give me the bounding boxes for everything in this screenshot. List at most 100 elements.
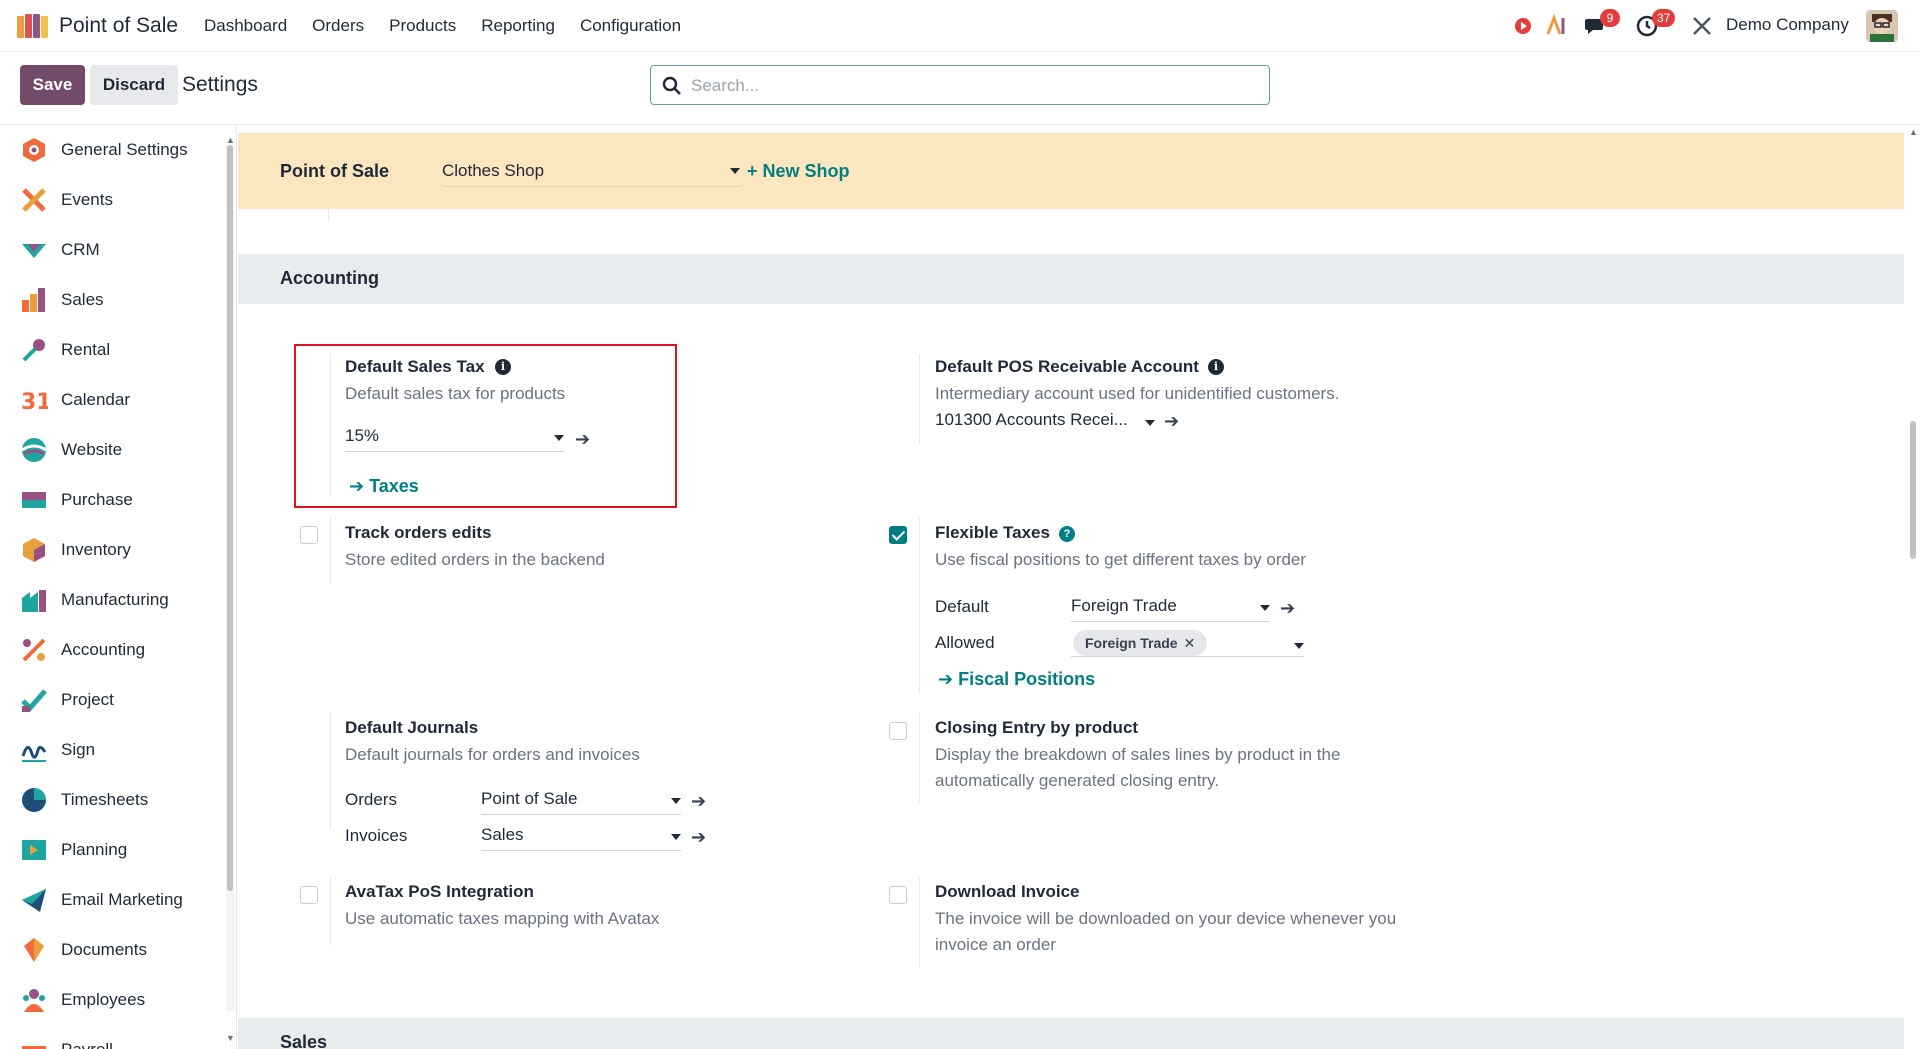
invoices-journal-label: Invoices (345, 826, 408, 845)
record-icon[interactable] (1511, 14, 1535, 38)
sidebar-item-website[interactable]: Website (0, 425, 225, 475)
sidebar-item-payroll[interactable]: Payroll (0, 1025, 225, 1049)
menu-configuration[interactable]: Configuration (580, 16, 681, 36)
sidebar-item-project[interactable]: Project (0, 675, 225, 725)
download-invoice-checkbox[interactable] (889, 886, 907, 904)
sidebar-item-events[interactable]: Events (0, 175, 225, 225)
help-icon[interactable]: ? (1059, 526, 1075, 542)
accounting-section-header: Accounting (238, 254, 1904, 304)
avatax-title: AvaTax PoS Integration (345, 882, 534, 901)
shop-select[interactable]: Clothes Shop (442, 155, 742, 187)
discard-button[interactable]: Discard (90, 65, 178, 105)
flexible-taxes-desc: Use fiscal positions to get different ta… (935, 550, 1307, 569)
calendar-icon: 31 (21, 390, 48, 414)
sidebar-item-crm[interactable]: CRM (0, 225, 225, 275)
setting-divider (330, 517, 331, 583)
sidebar-item-timesheets[interactable]: Timesheets (0, 775, 225, 825)
orders-journal-select[interactable]: Point of Sale (481, 785, 681, 815)
receivable-account-select[interactable]: 101300 Accounts Recei... (935, 406, 1157, 436)
sidebar-item-manufacturing[interactable]: Manufacturing (0, 575, 225, 625)
closing-entry-checkbox[interactable] (889, 722, 907, 740)
menu-reporting[interactable]: Reporting (481, 16, 555, 36)
chevron-down-icon (554, 435, 564, 441)
internal-link-arrow-icon[interactable]: ➔ (1164, 411, 1179, 432)
app-title[interactable]: Point of Sale (59, 14, 178, 38)
sidebar-scroll-up-arrow[interactable]: ▲ (226, 135, 235, 145)
new-shop-button[interactable]: + New Shop (747, 161, 850, 182)
company-switcher[interactable]: Demo Company (1726, 15, 1849, 35)
manufacturing-icon (22, 590, 46, 612)
sidebar-item-sign[interactable]: Sign (0, 725, 225, 775)
main-scroll-up-arrow[interactable]: ▲ (1909, 127, 1918, 137)
internal-link-arrow-icon[interactable]: ➔ (691, 827, 706, 848)
activity-badge: 37 (1652, 9, 1676, 27)
sidebar-item-general-settings[interactable]: General Settings (0, 125, 225, 175)
search-input[interactable] (691, 72, 1251, 100)
settings-content: Point of Sale Clothes Shop + New Shop Ac… (238, 125, 1920, 1049)
sidebar-item-calendar[interactable]: 31 Calendar (0, 375, 225, 425)
shop-selector-banner: Point of Sale Clothes Shop + New Shop (238, 133, 1904, 209)
sales-icon (22, 288, 45, 312)
receivable-account-title: Default POS Receivable Account (935, 357, 1199, 376)
debug-tools-icon[interactable] (1690, 14, 1714, 38)
page-title: Settings (182, 73, 258, 96)
menu-orders[interactable]: Orders (312, 16, 364, 36)
sidebar-item-email-marketing[interactable]: Email Marketing (0, 875, 225, 925)
default-sales-tax-title: Default Sales Tax (345, 357, 485, 376)
avatax-checkbox[interactable] (300, 886, 318, 904)
sidebar-scrollbar[interactable] (226, 145, 234, 1011)
settings-sidebar: General Settings Events CRM Sales Rental… (0, 125, 237, 1049)
arrow-right-icon: ➔ (938, 669, 959, 689)
info-icon[interactable]: i (1208, 359, 1224, 375)
setting-divider (330, 354, 331, 498)
taxes-link[interactable]: ➔ Taxes (349, 476, 419, 497)
sidebar-item-documents[interactable]: Documents (0, 925, 225, 975)
sidebar-item-employees[interactable]: Employees (0, 975, 225, 1025)
setting-divider (919, 354, 920, 444)
arrow-right-icon: ➔ (349, 476, 370, 496)
sidebar-item-rental[interactable]: Rental (0, 325, 225, 375)
ai-icon[interactable] (1545, 14, 1569, 38)
main-scrollbar-thumb[interactable] (1910, 421, 1916, 559)
search-box[interactable] (650, 65, 1270, 105)
website-icon (21, 438, 47, 462)
invoices-journal-select[interactable]: Sales (481, 821, 681, 851)
purchase-icon (22, 492, 46, 508)
sidebar-scrollbar-thumb[interactable] (227, 145, 233, 891)
sidebar-scroll-down-arrow[interactable]: ▼ (226, 1033, 235, 1043)
default-fiscal-position-select[interactable]: Foreign Trade (1071, 592, 1270, 622)
search-icon (662, 76, 681, 95)
info-icon[interactable]: i (495, 359, 511, 375)
planning-icon (22, 840, 46, 860)
flexible-taxes-checkbox[interactable] (889, 526, 907, 544)
sidebar-item-inventory[interactable]: Inventory (0, 525, 225, 575)
general-settings-icon (23, 138, 45, 162)
chevron-down-icon (671, 834, 681, 840)
setting-divider (919, 517, 920, 693)
chevron-down-icon (671, 798, 681, 804)
internal-link-arrow-icon[interactable]: ➔ (691, 791, 706, 812)
svg-text:31: 31 (21, 390, 48, 414)
internal-link-arrow-icon[interactable]: ➔ (1280, 598, 1295, 619)
main-scrollbar[interactable]: ▲ (1906, 125, 1920, 1049)
pos-app-icon[interactable] (16, 12, 50, 40)
remove-tag-icon[interactable]: ✕ (1184, 635, 1196, 651)
internal-link-arrow-icon[interactable]: ➔ (575, 429, 590, 450)
user-avatar[interactable] (1866, 10, 1898, 42)
documents-icon (24, 938, 44, 962)
menu-dashboard[interactable]: Dashboard (204, 16, 287, 36)
fiscal-positions-link[interactable]: ➔ Fiscal Positions (938, 669, 1095, 690)
setting-divider (919, 877, 920, 967)
chevron-down-icon (730, 168, 740, 174)
sidebar-item-planning[interactable]: Planning (0, 825, 225, 875)
default-sales-tax-select[interactable]: 15% (345, 422, 564, 452)
sidebar-item-sales[interactable]: Sales (0, 275, 225, 325)
flexible-taxes-title: Flexible Taxes (935, 523, 1050, 542)
shop-label: Point of Sale (280, 161, 390, 181)
track-orders-edits-checkbox[interactable] (300, 526, 318, 544)
sidebar-item-accounting[interactable]: Accounting (0, 625, 225, 675)
save-button[interactable]: Save (20, 65, 85, 105)
menu-products[interactable]: Products (389, 16, 456, 36)
sidebar-item-purchase[interactable]: Purchase (0, 475, 225, 525)
sign-icon (21, 745, 47, 762)
